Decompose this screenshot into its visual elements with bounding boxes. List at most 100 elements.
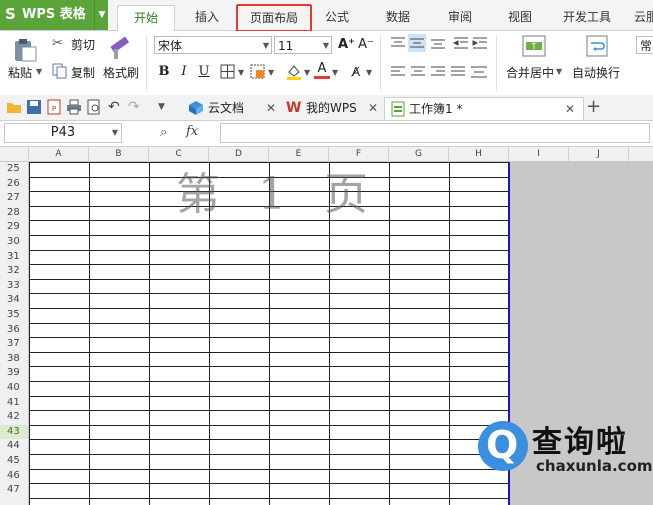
column-header-a[interactable]: A <box>29 147 89 161</box>
decrease-font-icon[interactable]: A⁻ <box>358 37 374 53</box>
row-header-32[interactable]: 32 <box>0 264 28 279</box>
tab-cloud[interactable]: 云服 <box>626 5 653 30</box>
column-header-b[interactable]: B <box>89 147 149 161</box>
doc-tab-cloud[interactable]: 云文档 ✕ <box>186 97 280 119</box>
align-center-icon[interactable] <box>410 65 426 79</box>
app-menu-button[interactable]: S WPS 表格 ▼ <box>0 0 108 30</box>
increase-font-icon[interactable]: A⁺ <box>338 37 355 53</box>
tab-data[interactable]: 数据 <box>372 5 424 30</box>
merge-center-label[interactable]: 合并居中 <box>506 64 554 81</box>
copy-icon[interactable] <box>52 63 68 79</box>
row-header-26[interactable]: 26 <box>0 177 28 192</box>
row-header-40[interactable]: 40 <box>0 381 28 396</box>
customize-toolbar-icon[interactable]: ▼ <box>158 99 174 115</box>
export-pdf-icon[interactable]: P <box>46 99 62 115</box>
close-icon[interactable]: ✕ <box>565 98 575 120</box>
row-header-29[interactable]: 29 <box>0 220 28 235</box>
borders-icon[interactable] <box>220 64 236 80</box>
tab-formulas[interactable]: 公式 <box>314 5 360 30</box>
close-icon[interactable]: ✕ <box>368 97 378 119</box>
tab-view[interactable]: 视图 <box>496 5 544 30</box>
row-header-47[interactable]: 47 <box>0 483 28 498</box>
insert-function-button[interactable]: fx <box>186 124 198 139</box>
print-preview-icon[interactable] <box>86 99 102 115</box>
row-header-42[interactable]: 42 <box>0 410 28 425</box>
merge-center-icon[interactable]: T <box>522 35 546 57</box>
row-header-36[interactable]: 36 <box>0 323 28 338</box>
row-header-27[interactable]: 27 <box>0 191 28 206</box>
align-middle-icon[interactable] <box>408 34 426 52</box>
select-all-corner[interactable] <box>0 147 29 161</box>
underline-button[interactable]: U <box>196 64 212 80</box>
undo-icon[interactable]: ↶ <box>108 99 124 115</box>
tab-developer[interactable]: 开发工具 <box>556 5 618 30</box>
fill-color-icon[interactable] <box>286 63 302 81</box>
justify-icon[interactable] <box>450 65 466 79</box>
format-painter-icon[interactable] <box>108 35 134 61</box>
tab-insert[interactable]: 插入 <box>180 5 234 30</box>
open-folder-icon[interactable] <box>6 99 22 115</box>
clear-format-icon[interactable]: A̸ <box>348 64 364 80</box>
chevron-down-icon[interactable]: ▼ <box>304 68 310 77</box>
name-box[interactable]: P43 ▼ <box>4 123 122 143</box>
doc-tab-mywps[interactable]: W 我的WPS ✕ <box>284 97 384 119</box>
row-header-46[interactable]: 46 <box>0 469 28 484</box>
copy-label[interactable]: 复制 <box>71 64 95 81</box>
distributed-align-icon[interactable] <box>470 65 488 79</box>
column-header-j[interactable]: J <box>569 147 629 161</box>
row-header-34[interactable]: 34 <box>0 293 28 308</box>
align-bottom-icon[interactable] <box>430 36 446 50</box>
chevron-down-icon[interactable]: ▼ <box>366 68 372 77</box>
new-tab-button[interactable]: + <box>586 96 601 118</box>
scissors-icon[interactable]: ✂ <box>52 36 68 52</box>
align-left-icon[interactable] <box>390 65 406 79</box>
close-icon[interactable]: ✕ <box>266 97 276 119</box>
row-header-25[interactable]: 25 <box>0 162 28 177</box>
row-header-30[interactable]: 30 <box>0 235 28 250</box>
chevron-down-icon[interactable]: ▼ <box>238 68 244 77</box>
redo-icon[interactable]: ↷ <box>128 99 144 115</box>
number-format-select[interactable]: 常 <box>636 36 653 54</box>
column-header-g[interactable]: G <box>389 147 449 161</box>
app-dropdown-arrow-icon[interactable]: ▼ <box>94 0 109 30</box>
column-header-h[interactable]: H <box>449 147 509 161</box>
chevron-down-icon[interactable]: ▼ <box>268 68 274 77</box>
chevron-down-icon[interactable]: ▼ <box>332 68 338 77</box>
zoom-lookup-icon[interactable]: ⌕ <box>160 125 167 140</box>
tab-home[interactable]: 开始 <box>117 5 175 31</box>
tab-page-layout[interactable]: 页面布局 <box>236 4 312 32</box>
paste-icon[interactable] <box>12 37 38 63</box>
save-icon[interactable] <box>26 99 42 115</box>
align-top-icon[interactable] <box>390 36 406 50</box>
column-header-i[interactable]: I <box>509 147 569 161</box>
cell-border-style-icon[interactable] <box>250 64 266 80</box>
indent-increase-icon[interactable] <box>472 36 488 50</box>
doc-tab-workbook[interactable]: 工作簿1 * ✕ <box>384 97 584 120</box>
indent-decrease-icon[interactable] <box>453 36 469 50</box>
paste-label[interactable]: 粘贴 <box>8 64 32 81</box>
row-header-35[interactable]: 35 <box>0 308 28 323</box>
wrap-text-icon[interactable] <box>586 35 608 57</box>
chevron-down-icon[interactable]: ▼ <box>112 124 118 142</box>
row-header-44[interactable]: 44 <box>0 439 28 454</box>
paste-dropdown-icon[interactable]: ▼ <box>36 67 42 76</box>
row-header-37[interactable]: 37 <box>0 337 28 352</box>
print-icon[interactable] <box>66 99 82 115</box>
tab-review[interactable]: 审阅 <box>434 5 486 30</box>
bold-button[interactable]: B <box>156 64 172 80</box>
wrap-text-label[interactable]: 自动换行 <box>572 64 620 81</box>
chevron-down-icon[interactable]: ▼ <box>556 67 562 76</box>
italic-button[interactable]: I <box>176 64 192 80</box>
row-header-28[interactable]: 28 <box>0 206 28 221</box>
font-color-icon[interactable]: A <box>314 62 330 79</box>
font-size-select[interactable]: 11 ▼ <box>274 36 332 54</box>
row-header-41[interactable]: 41 <box>0 396 28 411</box>
row-header-39[interactable]: 39 <box>0 366 28 381</box>
row-header-33[interactable]: 33 <box>0 279 28 294</box>
align-right-icon[interactable] <box>430 65 446 79</box>
row-header-31[interactable]: 31 <box>0 250 28 265</box>
font-name-select[interactable]: 宋体 ▼ <box>154 36 272 54</box>
row-header-38[interactable]: 38 <box>0 352 28 367</box>
cut-label[interactable]: 剪切 <box>71 36 95 53</box>
row-header-43[interactable]: 43 <box>0 424 28 440</box>
